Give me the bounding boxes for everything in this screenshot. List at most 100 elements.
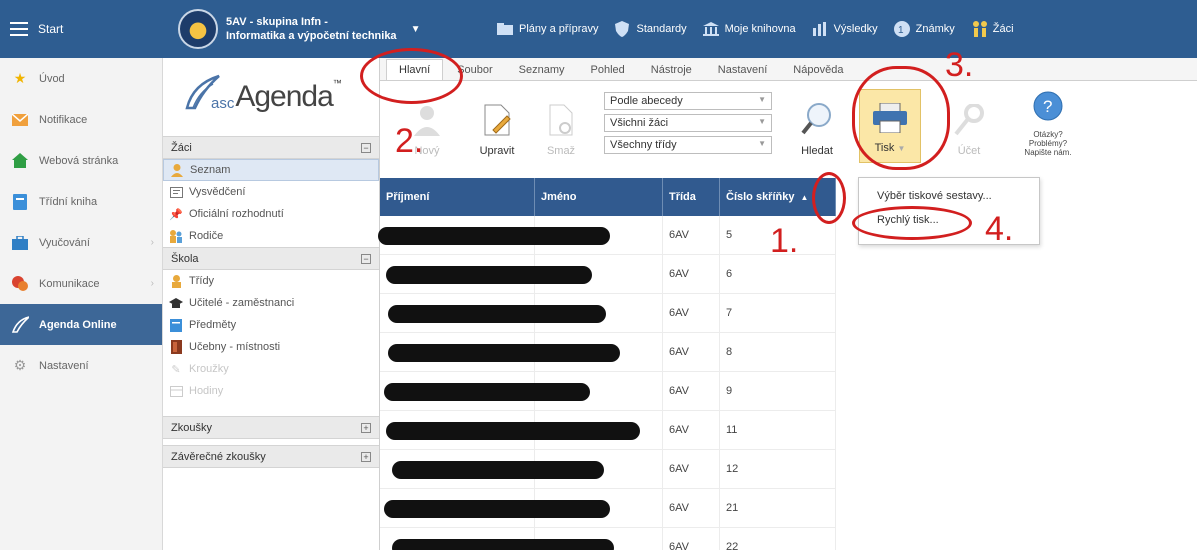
account-button-label: Účet [957, 145, 981, 157]
delete-button[interactable]: Smaž [532, 87, 590, 165]
cell-cislo-skrinky: 21 [720, 489, 836, 527]
agenda-item-oficialni-rozhodnuti[interactable]: 📌 Oficiální rozhodnutí [163, 203, 379, 225]
nav-zaci[interactable]: Žáci [971, 21, 1014, 37]
collapse-icon[interactable]: − [361, 253, 371, 264]
sidebar-item-nastaveni[interactable]: ⚙ Nastavení [0, 345, 162, 386]
section-zkousky[interactable]: Zkoušky + [163, 416, 379, 439]
expand-icon[interactable]: + [361, 422, 371, 433]
table-row[interactable]: 6AV 11 [380, 411, 836, 450]
students-table: Příjmení Jméno Třída Číslo skříňky ▲ 6AV… [378, 178, 836, 550]
table-row[interactable]: 6AV 8 [380, 333, 836, 372]
students-filter-select[interactable]: Všichni žáci ▼ [604, 114, 772, 132]
section-skola[interactable]: Škola − [163, 247, 379, 270]
start-menu-button[interactable]: Start [0, 0, 165, 58]
sidebar-item-label: Notifikace [39, 113, 88, 126]
collapse-icon[interactable]: − [361, 142, 371, 153]
tab-seznamy[interactable]: Seznamy [507, 60, 577, 80]
nav-standardy[interactable]: Standardy [614, 21, 687, 37]
annotation-circle-tab [360, 48, 463, 104]
class-icon [169, 274, 183, 288]
sort-select[interactable]: Podle abecedy ▼ [604, 92, 772, 110]
column-header-prijmeni[interactable]: Příjmení [380, 178, 535, 216]
agenda-item-tridy[interactable]: Třídy [163, 270, 379, 292]
students-icon [971, 21, 987, 37]
agenda-item-label: Učitelé - zaměstnanci [189, 297, 295, 309]
table-row[interactable]: 6AV 12 [380, 450, 836, 489]
expand-icon[interactable]: + [361, 451, 371, 462]
cell-cislo-skrinky: 8 [720, 333, 836, 371]
timetable-icon [169, 384, 183, 398]
agenda-item-vysvedceni[interactable]: Vysvědčení [163, 181, 379, 203]
section-zaverecne-zkousky[interactable]: Závěrečné zkoušky + [163, 445, 379, 468]
agenda-item-label: Hodiny [189, 385, 224, 397]
students-filter-value: Všichni žáci [610, 117, 669, 129]
nav-plany[interactable]: Plány a přípravy [497, 22, 598, 36]
sidebar-item-agenda-online[interactable]: Agenda Online [0, 304, 162, 345]
cell-trida: 6AV [663, 411, 720, 449]
table-row[interactable]: 6AV 7 [380, 294, 836, 333]
folder-icon [497, 22, 513, 36]
tab-napoveda[interactable]: Nápověda [781, 60, 855, 80]
cell-trida: 6AV [663, 489, 720, 527]
help-icon: ? [1033, 91, 1063, 124]
sidebar-item-vyucovani[interactable]: Vyučování › [0, 222, 162, 263]
section-zaci[interactable]: Žáci − [163, 136, 379, 159]
agenda-item-label: Třídy [189, 275, 215, 287]
agenda-item-label: Předměty [189, 319, 237, 331]
cell-prijmeni [378, 216, 610, 254]
edit-button-label: Upravit [479, 145, 515, 157]
cell-prijmeni [380, 333, 620, 371]
nav-znamky[interactable]: 1 Známky [893, 21, 955, 37]
agenda-item-predmety[interactable]: Předměty [163, 314, 379, 336]
class-filter-select[interactable]: Všechny třídy ▼ [604, 136, 772, 154]
cell-prijmeni [380, 528, 614, 550]
column-header-label: Číslo skříňky [726, 191, 795, 203]
sidebar-item-notifikace[interactable]: Notifikace [0, 99, 162, 140]
tab-nastaveni[interactable]: Nastavení [706, 60, 780, 80]
table-row[interactable]: 6AV 9 [380, 372, 836, 411]
certificate-icon [169, 185, 183, 199]
sidebar-item-label: Vyučování [39, 236, 90, 249]
agenda-item-rodice[interactable]: Rodiče [163, 225, 379, 247]
subject-book-icon [169, 318, 183, 332]
sidebar-item-web[interactable]: Webová stránka [0, 140, 162, 181]
bar-chart-icon [812, 22, 828, 36]
sidebar-item-uvod[interactable]: ★ Úvod [0, 58, 162, 99]
sidebar-item-label: Agenda Online [39, 318, 117, 331]
cell-prijmeni [380, 372, 590, 410]
grades-icon: 1 [893, 21, 910, 37]
nav-knihovna[interactable]: Moje knihovna [702, 22, 796, 36]
star-icon: ★ [13, 70, 27, 86]
table-header: Příjmení Jméno Třída Číslo skříňky ▲ [380, 178, 836, 216]
tab-nastroje[interactable]: Nástroje [639, 60, 704, 80]
edit-button[interactable]: Upravit [468, 87, 526, 165]
agenda-item-label: Rodiče [189, 230, 224, 242]
cell-jmeno [535, 528, 663, 550]
menu-item-print-report[interactable]: Výběr tiskové sestavy... [859, 184, 1039, 208]
agenda-item-hodiny[interactable]: Hodiny [163, 380, 379, 402]
school-selector[interactable]: 5AV - skupina Infn - Informatika a výpoč… [178, 8, 468, 50]
column-header-jmeno[interactable]: Jméno [535, 178, 663, 216]
table-row[interactable]: 6AV 22 [380, 528, 836, 550]
table-row[interactable]: 6AV 5 [378, 216, 836, 255]
table-row[interactable]: 6AV 21 [380, 489, 836, 528]
annotation-circle-sort [812, 172, 846, 224]
nav-knihovna-label: Moje knihovna [724, 23, 796, 35]
help-button[interactable]: ? Otázky? Problémy? Napište nám. [1012, 87, 1084, 165]
agenda-item-ucitele[interactable]: Učitelé - zaměstnanci [163, 292, 379, 314]
agenda-item-ucebny[interactable]: Učebny - místnosti [163, 336, 379, 358]
sidebar-item-tridni-kniha[interactable]: Třídní kniha [0, 181, 162, 222]
school-line2: Informatika a výpočetní technika [226, 30, 397, 42]
table-row[interactable]: 6AV 6 [380, 255, 836, 294]
help-line3: Napište nám. [1024, 148, 1072, 157]
search-button[interactable]: Hledat [788, 87, 846, 165]
agenda-item-seznam[interactable]: Seznam [163, 159, 379, 181]
nav-vysledky[interactable]: Výsledky [812, 22, 878, 36]
column-header-trida[interactable]: Třída [663, 178, 720, 216]
mail-icon [11, 112, 29, 128]
tab-pohled[interactable]: Pohled [579, 60, 637, 80]
cell-jmeno [535, 411, 663, 449]
sidebar-item-komunikace[interactable]: Komunikace › [0, 263, 162, 304]
main-sidebar: ★ Úvod Notifikace Webová stránka Třídní … [0, 58, 163, 550]
agenda-item-krouzky[interactable]: ✎ Kroužky [163, 358, 379, 380]
